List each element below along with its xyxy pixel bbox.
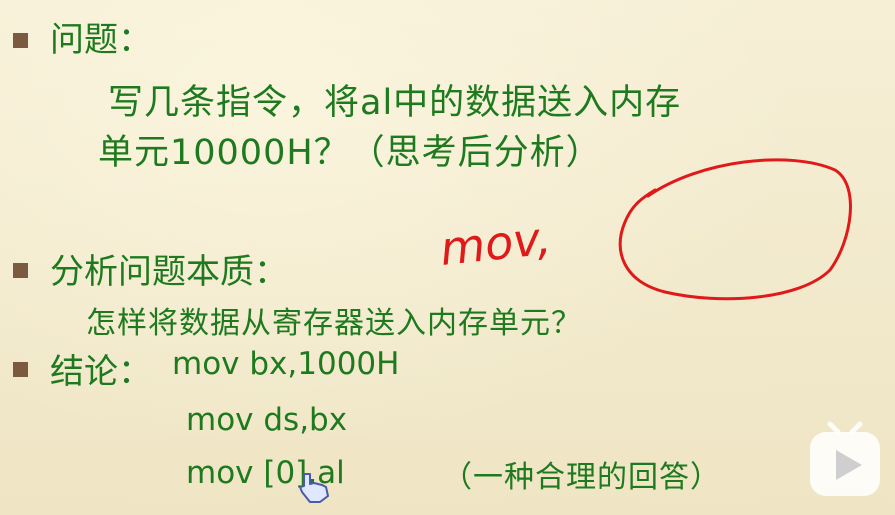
analysis-heading: 分析问题本质：	[50, 252, 288, 292]
code-line-2: mov ds,bx	[186, 402, 348, 438]
conclusion-label: 结论：	[50, 352, 152, 392]
question-line-1: 写几条指令，将al中的数据送入内存	[108, 83, 682, 123]
answer-note: （一种合理的回答）	[442, 460, 721, 495]
analysis-text: 怎样将数据从寄存器送入内存单元？	[86, 306, 582, 341]
play-button[interactable]	[808, 420, 882, 500]
bullet-analysis	[13, 263, 28, 278]
question-line-2: 单元10000H？（思考后分析）	[98, 133, 602, 173]
bullet-question	[13, 33, 28, 48]
code-line-1: mov bx,1000H	[172, 346, 400, 382]
hand-cursor-icon	[299, 473, 329, 503]
bullet-conclusion	[13, 362, 28, 377]
question-heading: 问题：	[50, 20, 152, 60]
